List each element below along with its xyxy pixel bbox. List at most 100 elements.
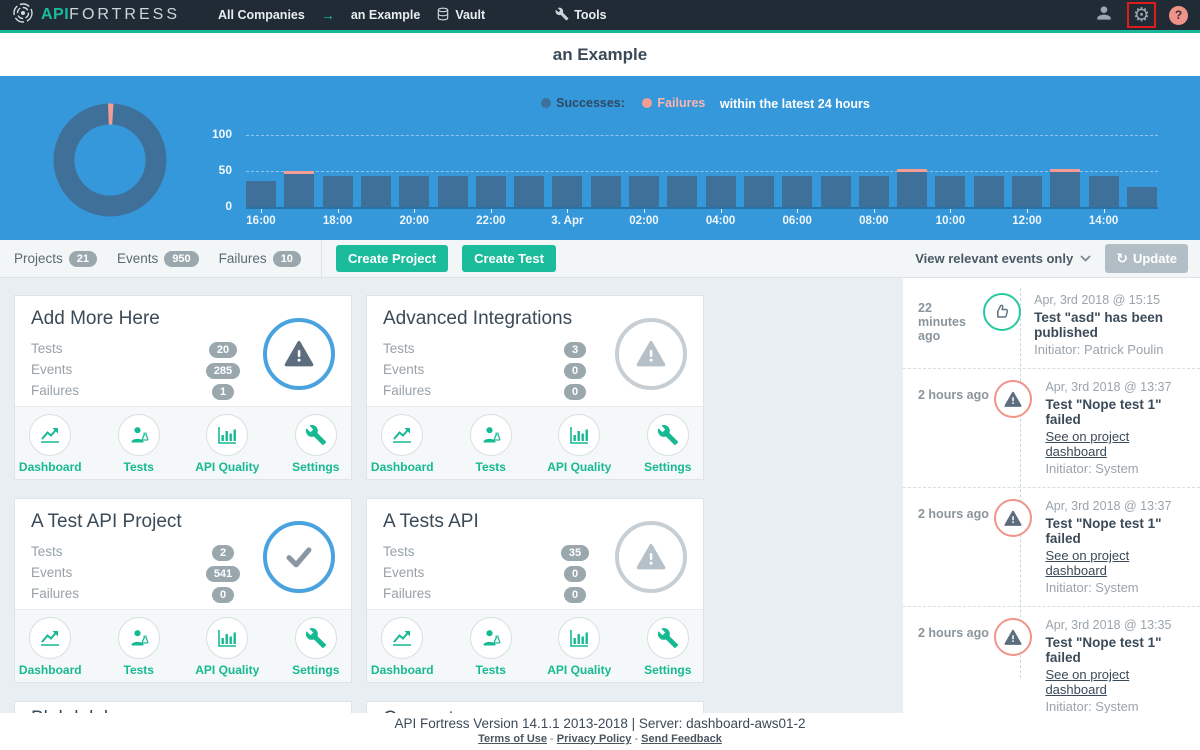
tests-badge: 3 [564,342,586,358]
warning-triangle-icon [1003,628,1023,647]
chart-bar-failure-cap [284,171,314,174]
refresh-icon: ↻ [1116,250,1128,267]
version-line: API Fortress Version 14.1.1 2013-2018 | … [0,716,1200,731]
chart-bar [399,176,429,207]
failures-badge: 0 [564,587,586,603]
project-actions: Dashboard Tests API Quality Settings [15,406,351,479]
event-title: Test "Nope test 1" failed [1045,516,1190,546]
chart-bar [438,176,468,207]
action-settings-button[interactable]: Settings [281,414,352,479]
action-tests-button[interactable]: Tests [104,414,175,479]
timeline-entry: 22 minutes ago Apr, 3rd 2018 @ 15:15 Tes… [903,282,1200,369]
summary-chart-panel: Successes: Failures within the latest 24… [0,76,1200,240]
vault-icon [436,7,450,24]
x-tick-mark [567,209,568,213]
nav-an-example[interactable]: an Example [351,8,420,22]
chevron-down-icon [1080,255,1091,262]
stat-events[interactable]: Events 950 [117,251,199,267]
top-navbar: APIFORTRESS All Companies → an Example V… [0,0,1200,33]
published-hand-icon [992,302,1012,322]
chart-bar [782,176,812,207]
nav-all-companies[interactable]: All Companies [218,8,305,22]
action-dashboard-button[interactable]: Dashboard [367,414,438,479]
see-on-project-dashboard-link[interactable]: See on project dashboard [1045,548,1190,578]
action-api-quality-button[interactable]: API Quality [544,414,615,479]
action-tests-button[interactable]: Tests [456,414,527,479]
x-tick-mark [644,209,645,213]
action-api-quality-button[interactable]: API Quality [192,414,263,479]
action-api-quality-button[interactable]: API Quality [544,617,615,682]
footer-link[interactable]: Privacy Policy [557,733,632,745]
x-tick-mark [1104,209,1105,213]
nav-vault[interactable]: Vault [436,7,485,24]
project-card: A Test API Project Tests2 Events541 Fail… [14,498,352,683]
settings-wrench-icon [305,627,327,649]
warning-triangle-icon [634,338,668,370]
events-filter-dropdown[interactable]: View relevant events only [915,251,1091,266]
action-tests-button[interactable]: Tests [104,617,175,682]
event-title: Test "asd" has been published [1034,310,1190,340]
event-date: Apr, 3rd 2018 @ 13:35 [1045,618,1190,632]
events-badge: 0 [564,363,586,379]
tests-person-icon [479,423,503,447]
see-on-project-dashboard-link[interactable]: See on project dashboard [1045,667,1190,697]
warning-triangle-icon [634,541,668,573]
project-card: A Tests API Tests35 Events0 Failures0 Da… [366,498,704,683]
x-tick-mark [491,209,492,213]
chart-bar [897,172,927,207]
event-title: Test "Nope test 1" failed [1045,635,1190,665]
x-tick-mark [414,209,415,213]
action-settings-button[interactable]: Settings [633,617,704,682]
chart-bar [552,176,582,207]
x-tick-mark [338,209,339,213]
create-project-button[interactable]: Create Project [336,245,448,272]
brand-logo[interactable]: APIFORTRESS [12,2,180,29]
settings-wrench-icon [305,424,327,446]
chart-bar [246,181,276,207]
action-dashboard-button[interactable]: Dashboard [15,414,86,479]
update-button[interactable]: ↻ Update [1105,244,1188,273]
failures-badge: 0 [212,587,234,603]
x-tick-mark [261,209,262,213]
footer-link[interactable]: Send Feedback [641,733,722,745]
nav-tools[interactable]: Tools [555,7,606,24]
gear-icon[interactable]: ⚙ [1133,6,1150,25]
tests-person-icon [479,626,503,650]
footer-link[interactable]: Terms of Use [478,733,547,745]
event-initiator: Initiator: System [1045,699,1190,714]
chart-bar [1050,172,1080,207]
see-on-project-dashboard-link[interactable]: See on project dashboard [1045,429,1190,459]
warning-triangle-icon [1003,390,1023,409]
project-actions: Dashboard Tests API Quality Settings [15,609,351,682]
action-tests-button[interactable]: Tests [456,617,527,682]
hourly-bars-chart [246,76,1158,207]
x-tick-mark [797,209,798,213]
event-initiator: Initiator: Patrick Poulin [1034,342,1190,357]
projects-toolbar: Projects 21 Events 950 Failures 10 Creat… [0,240,1200,278]
chart-bar [859,176,889,207]
main-content: Add More Here Tests20 Events285 Failures… [0,278,1200,750]
api-quality-bars-icon [567,626,591,650]
stat-failures[interactable]: Failures 10 [219,251,301,267]
chart-bar [935,176,965,207]
create-test-button[interactable]: Create Test [462,245,556,272]
help-icon[interactable]: ? [1169,6,1188,25]
footer-links: Terms of Use - Privacy Policy - Send Fee… [0,733,1200,745]
chart-bar [629,176,659,207]
action-dashboard-button[interactable]: Dashboard [15,617,86,682]
count-badge: 10 [273,251,301,267]
timeline-entry: 2 hours ago Apr, 3rd 2018 @ 13:35 Test "… [903,607,1200,726]
chart-bar [323,176,353,207]
action-settings-button[interactable]: Settings [281,617,352,682]
project-status-warning [615,318,687,390]
action-dashboard-button[interactable]: Dashboard [367,617,438,682]
stat-projects[interactable]: Projects 21 [14,251,97,267]
tests-badge: 35 [561,545,589,561]
timeline-entry: 2 hours ago Apr, 3rd 2018 @ 13:37 Test "… [903,488,1200,607]
time-ago: 2 hours ago [918,499,994,595]
gear-highlight-box: ⚙ [1127,2,1156,28]
action-api-quality-button[interactable]: API Quality [192,617,263,682]
user-icon[interactable] [1094,3,1114,28]
action-settings-button[interactable]: Settings [633,414,704,479]
events-badge: 0 [564,566,586,582]
